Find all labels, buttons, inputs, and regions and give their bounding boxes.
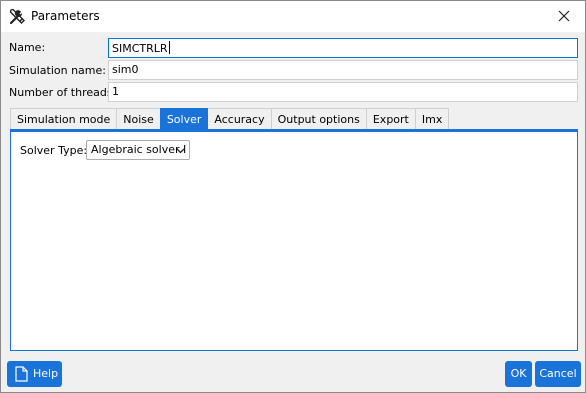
simulation-name-label: Simulation name: bbox=[9, 64, 106, 77]
dialog-footer: Help OK Cancel bbox=[1, 355, 585, 392]
solver-type-label: Solver Type: bbox=[20, 144, 88, 157]
ok-button[interactable]: OK bbox=[505, 361, 532, 387]
document-icon bbox=[15, 366, 28, 382]
chevron-down-icon bbox=[176, 148, 185, 154]
solver-panel: Solver Type: Algebraic solver I bbox=[10, 132, 578, 351]
solver-type-select[interactable]: Algebraic solver I bbox=[86, 140, 190, 160]
help-label: Help bbox=[33, 367, 59, 380]
parameters-dialog: Parameters Name: SIMCTRLR Simulation nam… bbox=[0, 0, 586, 393]
tab-solver[interactable]: Solver bbox=[159, 108, 209, 130]
close-icon[interactable] bbox=[555, 7, 573, 25]
tab-accuracy[interactable]: Accuracy bbox=[207, 108, 272, 130]
text-caret bbox=[168, 41, 170, 54]
tools-icon bbox=[9, 8, 25, 25]
name-label: Name: bbox=[9, 41, 46, 54]
name-field[interactable]: SIMCTRLR bbox=[108, 38, 578, 58]
tab-noise[interactable]: Noise bbox=[116, 108, 161, 130]
tab-imx[interactable]: Imx bbox=[414, 108, 450, 130]
window-title: Parameters bbox=[31, 9, 100, 23]
tab-output-options[interactable]: Output options bbox=[270, 108, 367, 130]
threads-field[interactable]: 1 bbox=[108, 82, 578, 102]
tab-export[interactable]: Export bbox=[365, 108, 416, 130]
simulation-name-value: sim0 bbox=[112, 63, 139, 76]
help-button[interactable]: Help bbox=[7, 361, 62, 387]
tab-bar: Simulation mode Noise Solver Accuracy Ou… bbox=[10, 108, 450, 130]
cancel-button[interactable]: Cancel bbox=[535, 361, 581, 387]
solver-type-value: Algebraic solver I bbox=[91, 143, 187, 156]
simulation-name-field[interactable]: sim0 bbox=[108, 60, 578, 80]
threads-value: 1 bbox=[112, 85, 119, 98]
title-bar: Parameters bbox=[1, 1, 585, 32]
name-value: SIMCTRLR bbox=[112, 42, 168, 55]
threads-label: Number of threads: bbox=[9, 86, 117, 99]
tab-simulation-mode[interactable]: Simulation mode bbox=[10, 108, 118, 130]
